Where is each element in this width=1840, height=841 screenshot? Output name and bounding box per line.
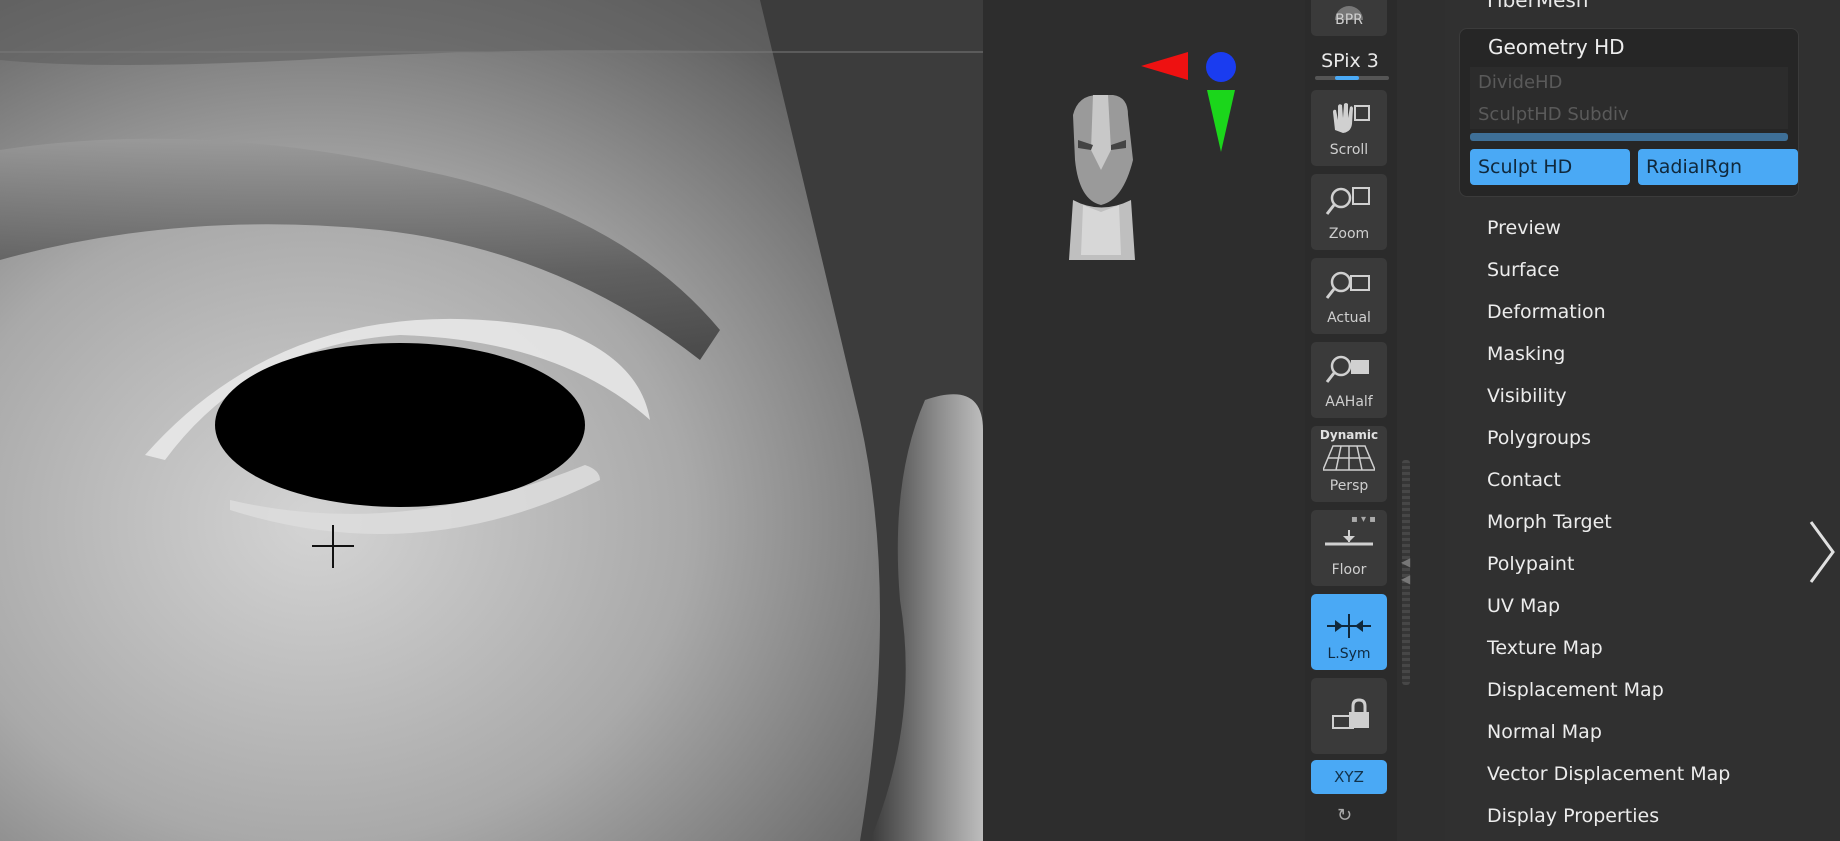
menu-item-visibility[interactable]: Visibility (1487, 385, 1567, 407)
collapse-arrow-icon[interactable]: ◀ (1401, 572, 1410, 586)
menu-item-vector-displacement-map[interactable]: Vector Displacement Map (1487, 763, 1730, 785)
floor-label: Floor (1331, 562, 1367, 578)
sculpthd-subdiv-bar (1470, 133, 1788, 141)
scroll-button[interactable]: Scroll (1311, 90, 1387, 166)
aahalf-label: AAHalf (1325, 394, 1373, 410)
z-axis-arrow-icon[interactable] (1207, 90, 1235, 152)
zoom-label: Zoom (1328, 226, 1370, 242)
menu-item-displacement-map[interactable]: Displacement Map (1487, 679, 1664, 701)
magnifier-icon (1325, 187, 1370, 215)
hand-icon (1333, 103, 1370, 133)
floor-button[interactable]: ▪ ▾ ▪ Floor (1311, 510, 1387, 586)
lock-button[interactable] (1311, 678, 1387, 754)
radialrgn-button[interactable]: RadialRgn (1638, 149, 1798, 185)
menu-item-polygroups[interactable]: Polygroups (1487, 427, 1591, 449)
menu-item-texture-map[interactable]: Texture Map (1487, 637, 1603, 659)
xyz-symmetry-button[interactable]: XYZ (1311, 760, 1387, 794)
menu-item-masking[interactable]: Masking (1487, 343, 1565, 365)
chevron-right-icon[interactable] (1807, 518, 1837, 586)
spix-slider-fill (1335, 76, 1359, 80)
zoom-button[interactable]: Zoom (1311, 174, 1387, 250)
lsym-label: L.Sym (1327, 646, 1371, 662)
menu-item-polypaint[interactable]: Polypaint (1487, 553, 1574, 575)
sculpt-model-render (0, 0, 983, 841)
sculpt-hd-button[interactable]: Sculpt HD (1470, 149, 1630, 185)
menu-item-fibermesh[interactable]: FiberMesh (1487, 0, 1588, 12)
actual-label: Actual (1327, 310, 1371, 326)
bpr-button[interactable]: BPR (1311, 0, 1387, 36)
dividehd-button[interactable]: DivideHD (1470, 67, 1788, 99)
svg-text:▪ ▾ ▪: ▪ ▾ ▪ (1351, 514, 1375, 525)
canvas-area[interactable] (983, 0, 1305, 841)
right-shelf: BPR SPix 3 Scroll Zoom Actual AAHalf Dyn… (1305, 0, 1397, 841)
magnifier-icon (1325, 271, 1370, 299)
symmetry-icon (1327, 614, 1371, 638)
lock-icon (1332, 698, 1369, 729)
dynamic-label: Dynamic (1319, 428, 1379, 442)
xyz-label: XYZ (1334, 768, 1364, 786)
actual-button[interactable]: Actual (1311, 258, 1387, 334)
persp-label: Persp (1329, 478, 1369, 494)
rotate-icon[interactable]: ↻ (1337, 805, 1361, 829)
spix-slider[interactable] (1315, 76, 1389, 80)
menu-item-uv-map[interactable]: UV Map (1487, 595, 1560, 617)
perspective-grid-icon (1323, 445, 1375, 471)
head-orientation-icon[interactable] (1069, 95, 1135, 260)
scroll-label: Scroll (1329, 142, 1369, 158)
geometry-hd-title[interactable]: Geometry HD (1488, 35, 1625, 59)
menu-item-normal-map[interactable]: Normal Map (1487, 721, 1602, 743)
menu-item-contact[interactable]: Contact (1487, 469, 1561, 491)
magnifier-icon (1325, 355, 1369, 383)
y-axis-dot-icon[interactable] (1206, 52, 1236, 82)
floor-icon: ▪ ▾ ▪ (1325, 514, 1375, 546)
geometry-hd-section: Geometry HD DivideHD SculptHD Subdiv Scu… (1459, 28, 1799, 197)
menu-item-morph-target[interactable]: Morph Target (1487, 511, 1612, 533)
persp-button[interactable]: Dynamic Persp (1311, 426, 1387, 502)
tool-palette: FiberMesh Geometry HD DivideHD SculptHD … (1445, 0, 1840, 841)
navigation-gizmo[interactable] (983, 0, 1305, 300)
sculpthd-subdiv-slider[interactable]: SculptHD Subdiv (1470, 99, 1788, 129)
lsym-button[interactable]: L.Sym (1311, 594, 1387, 670)
sculpt-viewport[interactable] (0, 0, 983, 841)
panel-divider[interactable]: ◀ ◀ (1397, 0, 1445, 841)
menu-item-deformation[interactable]: Deformation (1487, 301, 1606, 323)
menu-item-preview[interactable]: Preview (1487, 217, 1561, 239)
x-axis-arrow-icon[interactable] (1141, 52, 1188, 80)
collapse-arrow-icon[interactable]: ◀ (1401, 555, 1410, 569)
bpr-label: BPR (1335, 12, 1363, 28)
aahalf-button[interactable]: AAHalf (1311, 342, 1387, 418)
menu-item-display-properties[interactable]: Display Properties (1487, 805, 1659, 827)
menu-item-surface[interactable]: Surface (1487, 259, 1559, 281)
